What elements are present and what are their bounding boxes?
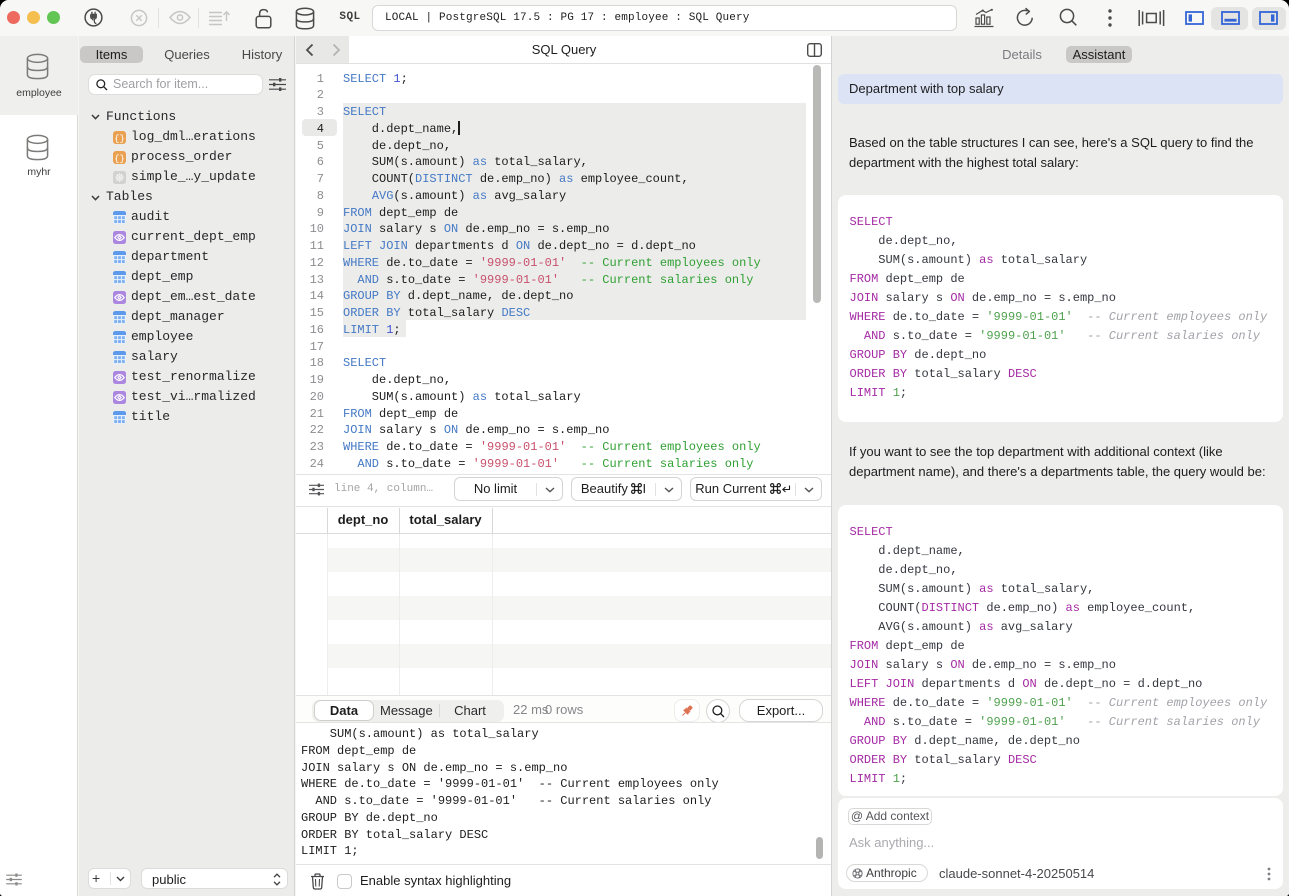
svg-text:{}: {} <box>114 153 125 163</box>
svg-text:{}: {} <box>114 133 125 143</box>
